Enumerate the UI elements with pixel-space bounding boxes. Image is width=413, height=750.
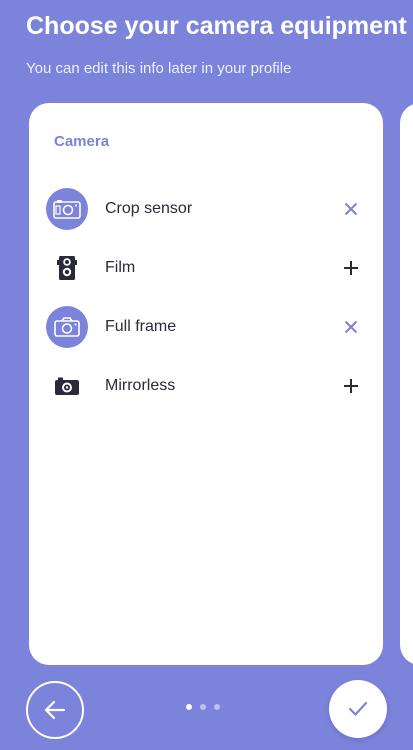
page-dot bbox=[200, 704, 206, 710]
camera-equipment-screen: Choose your camera equipment You can edi… bbox=[0, 0, 413, 750]
page-subtitle: You can edit this info later in your pro… bbox=[26, 60, 292, 77]
page-indicator bbox=[186, 704, 220, 710]
equipment-card: Camera Crop sensor Film Full frame Mirro… bbox=[29, 103, 383, 665]
next-card-preview[interactable] bbox=[400, 103, 413, 665]
full-frame-camera-icon bbox=[46, 306, 88, 348]
film-camera-icon bbox=[46, 247, 88, 289]
page-dot bbox=[214, 704, 220, 710]
item-label-film: Film bbox=[105, 259, 136, 276]
arrow-left-icon bbox=[44, 700, 66, 720]
crop-sensor-camera-icon bbox=[46, 188, 88, 230]
item-label-crop-sensor: Crop sensor bbox=[105, 200, 193, 217]
add-film-button[interactable] bbox=[337, 254, 365, 282]
confirm-button[interactable] bbox=[329, 680, 387, 738]
back-button[interactable] bbox=[26, 681, 84, 739]
list-item-full-frame[interactable]: Full frame bbox=[29, 305, 383, 349]
list-item-crop-sensor[interactable]: Crop sensor bbox=[29, 187, 383, 231]
add-icon bbox=[344, 379, 358, 393]
item-label-full-frame: Full frame bbox=[105, 318, 177, 335]
remove-full-frame-button[interactable] bbox=[337, 313, 365, 341]
page-dot bbox=[186, 704, 192, 710]
page-title: Choose your camera equipment bbox=[26, 12, 407, 40]
add-mirrorless-button[interactable] bbox=[337, 372, 365, 400]
remove-crop-sensor-button[interactable] bbox=[337, 195, 365, 223]
check-icon bbox=[348, 701, 368, 716]
remove-icon bbox=[344, 320, 358, 334]
list-item-mirrorless[interactable]: Mirrorless bbox=[29, 364, 383, 408]
remove-icon bbox=[344, 202, 358, 216]
list-item-film[interactable]: Film bbox=[29, 246, 383, 290]
add-icon bbox=[344, 261, 358, 275]
section-title-camera: Camera bbox=[54, 133, 110, 150]
item-label-mirrorless: Mirrorless bbox=[105, 377, 176, 394]
mirrorless-camera-icon bbox=[46, 365, 88, 407]
